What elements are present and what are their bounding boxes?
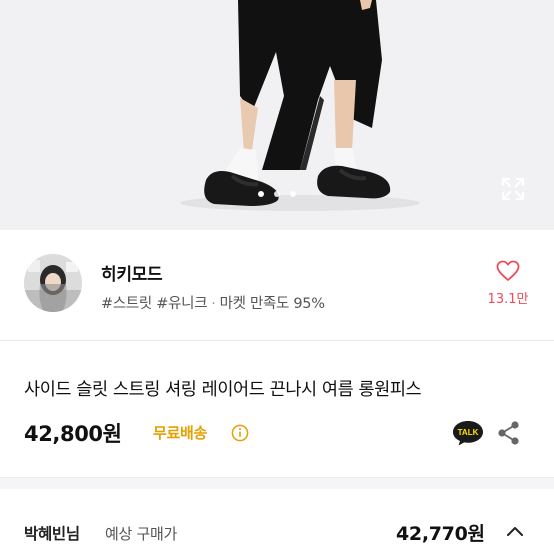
expand-icon[interactable] [498, 174, 528, 204]
chevron-up-icon[interactable] [504, 522, 526, 540]
heart-icon [496, 260, 520, 281]
carousel-dot[interactable] [290, 191, 296, 197]
carousel-dot[interactable] [274, 191, 280, 197]
shop-name[interactable]: 히키모드 [101, 260, 163, 285]
carousel-indicator [0, 191, 554, 201]
product-price: 42,800원 [24, 422, 122, 446]
section-separator [0, 477, 554, 489]
product-image-carousel[interactable] [0, 0, 554, 230]
share-icon[interactable] [496, 419, 522, 447]
shop-tags[interactable]: #스트릿 #유니크 [101, 296, 208, 312]
product-title: 사이드 슬릿 스트링 셔링 레이어드 끈나시 여름 롱원피스 [24, 380, 422, 400]
kakao-talk-button[interactable]: TALK [451, 419, 485, 447]
shop-satisfaction: 마켓 만족도 95% [219, 296, 325, 312]
like-button[interactable]: 13.1만 [480, 260, 536, 307]
like-count: 13.1만 [487, 292, 529, 307]
divider [0, 340, 554, 341]
free-shipping-badge: 무료배송 [153, 424, 208, 442]
info-icon[interactable] [231, 424, 249, 442]
buyer-name: 박혜빈님 [24, 525, 80, 543]
expected-price-value: 42,770원 [396, 523, 485, 545]
expected-price-label: 예상 구매가 [105, 525, 177, 543]
shop-avatar[interactable] [24, 254, 82, 312]
carousel-dot[interactable] [258, 191, 264, 197]
shop-info-row[interactable] [0, 230, 554, 340]
talk-label: TALK [458, 428, 479, 437]
meta-separator: · [211, 296, 216, 312]
shop-meta: #스트릿 #유니크 · 마켓 만족도 95% [101, 292, 325, 313]
